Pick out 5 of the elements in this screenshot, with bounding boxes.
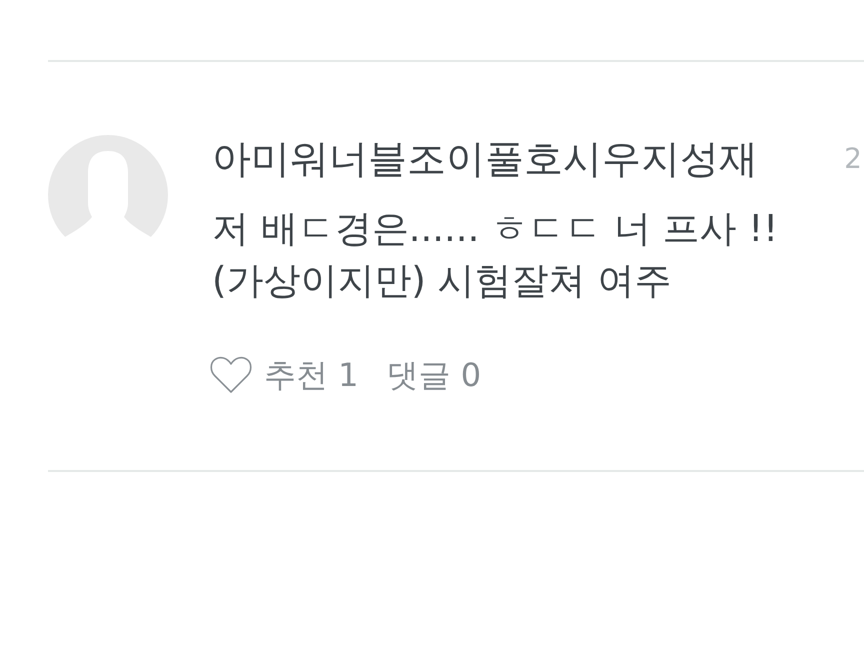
recommend-button[interactable]: 추천 1 bbox=[210, 355, 359, 395]
author-name: 아미워너블조이풀호시우지성재 bbox=[212, 136, 759, 184]
comment-text: 저 배ㄷ경은...... ㅎㄷㄷ 너 프사 !! (가상이지만) 시험잘쳐 여주 bbox=[212, 206, 780, 304]
reply-button[interactable]: 댓글 0 bbox=[386, 355, 482, 395]
comment-date: 2 bbox=[844, 141, 862, 177]
